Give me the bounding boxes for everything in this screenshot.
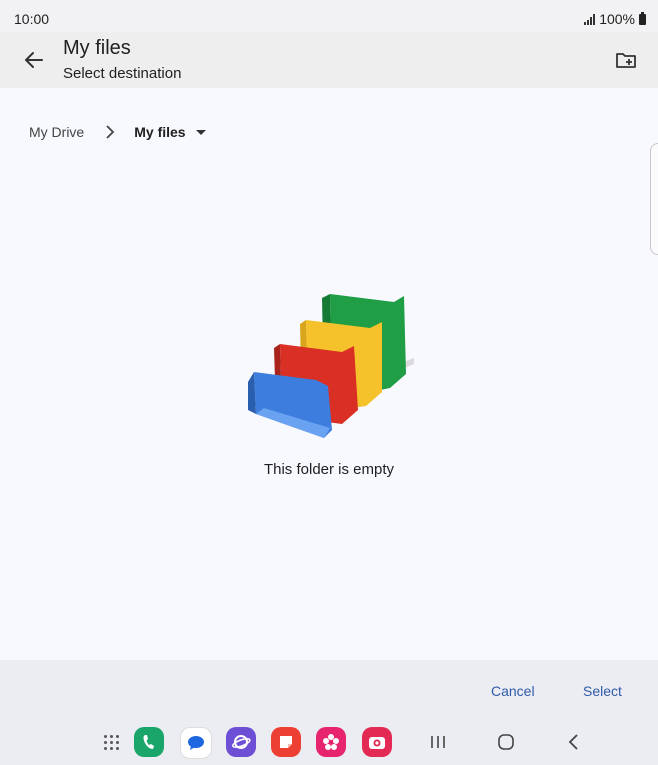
page-subtitle: Select destination bbox=[63, 65, 182, 82]
signal-icon bbox=[584, 13, 596, 25]
phone-glyph-icon bbox=[143, 735, 154, 749]
flower-icon[interactable] bbox=[316, 727, 346, 757]
home-icon bbox=[498, 734, 514, 750]
camera-icon[interactable] bbox=[362, 727, 392, 757]
status-bar: 10:00 100% bbox=[0, 0, 658, 32]
empty-folder-illustration bbox=[248, 294, 414, 438]
cancel-button[interactable]: Cancel bbox=[491, 683, 535, 699]
new-folder-icon bbox=[616, 53, 636, 68]
app-bar: My files Select destination bbox=[0, 32, 658, 88]
page-title: My files bbox=[63, 37, 131, 59]
phone-icon[interactable] bbox=[134, 727, 164, 757]
recents-button[interactable] bbox=[428, 731, 448, 753]
select-button[interactable]: Select bbox=[583, 683, 622, 699]
chevron-right-icon bbox=[106, 125, 115, 139]
chevron-left-icon bbox=[568, 734, 578, 750]
breadcrumb: My Drive My files bbox=[29, 122, 206, 142]
edge-panel-handle[interactable] bbox=[650, 143, 658, 255]
arrow-left-icon bbox=[25, 52, 43, 68]
apps-grid-icon[interactable] bbox=[96, 727, 126, 757]
battery-icon bbox=[639, 11, 646, 25]
recents-icon bbox=[431, 736, 445, 748]
home-button[interactable] bbox=[496, 731, 516, 753]
camera-glyph-icon bbox=[369, 737, 385, 749]
system-back-button[interactable] bbox=[566, 731, 582, 753]
back-button[interactable] bbox=[20, 46, 48, 74]
breadcrumb-my-drive[interactable]: My Drive bbox=[29, 124, 84, 140]
taskbar-dock bbox=[0, 725, 658, 761]
battery-percent: 100% bbox=[599, 11, 635, 27]
new-folder-button[interactable] bbox=[612, 46, 640, 74]
empty-state-message: This folder is empty bbox=[263, 461, 395, 478]
internet-icon[interactable] bbox=[226, 727, 256, 757]
flower-glyph-icon bbox=[323, 734, 339, 750]
caret-down-icon bbox=[195, 129, 206, 135]
note-glyph-icon bbox=[280, 736, 292, 748]
breadcrumb-my-files[interactable]: My files bbox=[134, 124, 206, 140]
chat-bubble-icon bbox=[188, 736, 204, 750]
notes-icon[interactable] bbox=[271, 727, 301, 757]
status-time: 10:00 bbox=[14, 11, 50, 27]
messages-icon[interactable] bbox=[180, 727, 212, 759]
status-right: 100% bbox=[584, 11, 646, 27]
planet-icon bbox=[232, 735, 251, 749]
breadcrumb-current-label: My files bbox=[134, 124, 186, 140]
